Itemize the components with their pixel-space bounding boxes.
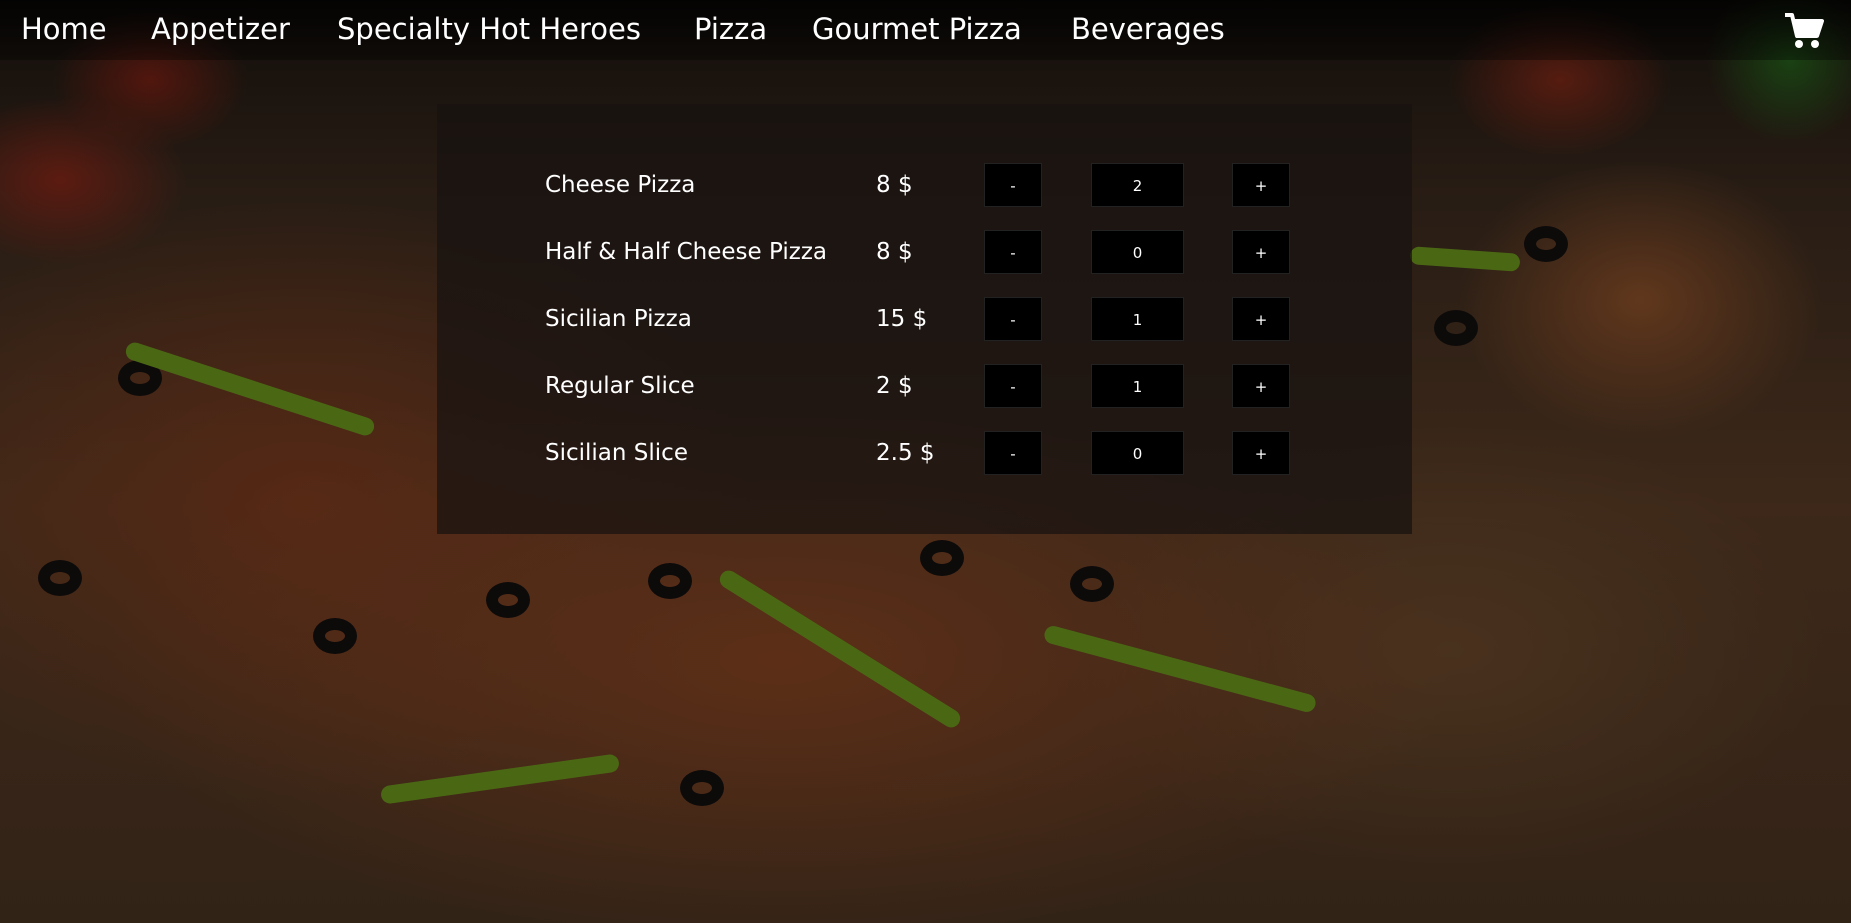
item-name: Sicilian Slice: [545, 440, 688, 466]
menu-item-row: Half & Half Cheese Pizza 8 $ - 0 +: [437, 230, 1412, 274]
item-price: 15 $: [876, 306, 928, 332]
decrease-quantity-button[interactable]: -: [984, 163, 1042, 207]
item-price: 8 $: [876, 239, 913, 265]
increase-quantity-button[interactable]: +: [1232, 230, 1290, 274]
nav-item-home[interactable]: Home: [21, 8, 107, 50]
increase-quantity-button[interactable]: +: [1232, 431, 1290, 475]
quantity-display: 2: [1091, 163, 1184, 207]
decrease-quantity-button[interactable]: -: [984, 297, 1042, 341]
quantity-display: 1: [1091, 297, 1184, 341]
menu-item-row: Regular Slice 2 $ - 1 +: [437, 364, 1412, 408]
item-price: 2 $: [876, 373, 913, 399]
increase-quantity-button[interactable]: +: [1232, 364, 1290, 408]
decrease-quantity-button[interactable]: -: [984, 431, 1042, 475]
nav-item-appetizer[interactable]: Appetizer: [151, 8, 290, 50]
decrease-quantity-button[interactable]: -: [984, 230, 1042, 274]
nav-item-gourmet-pizza[interactable]: Gourmet Pizza: [812, 8, 1022, 50]
menu-items-panel: Cheese Pizza 8 $ - 2 + Half & Half Chees…: [437, 104, 1412, 534]
menu-item-row: Sicilian Pizza 15 $ - 1 +: [437, 297, 1412, 341]
item-name: Regular Slice: [545, 373, 695, 399]
menu-item-row: Cheese Pizza 8 $ - 2 +: [437, 163, 1412, 207]
decrease-quantity-button[interactable]: -: [984, 364, 1042, 408]
item-name: Half & Half Cheese Pizza: [545, 239, 827, 265]
nav-item-pizza[interactable]: Pizza: [694, 8, 767, 50]
increase-quantity-button[interactable]: +: [1232, 297, 1290, 341]
shopping-cart-icon[interactable]: [1784, 12, 1824, 50]
menu-item-row: Sicilian Slice 2.5 $ - 0 +: [437, 431, 1412, 475]
nav-item-specialty-hot-heroes[interactable]: Specialty Hot Heroes: [337, 8, 641, 50]
top-navbar: Home Appetizer Specialty Hot Heroes Pizz…: [0, 0, 1851, 60]
quantity-display: 0: [1091, 431, 1184, 475]
item-name: Sicilian Pizza: [545, 306, 692, 332]
item-name: Cheese Pizza: [545, 172, 696, 198]
item-price: 2.5 $: [876, 440, 935, 466]
quantity-display: 1: [1091, 364, 1184, 408]
quantity-display: 0: [1091, 230, 1184, 274]
increase-quantity-button[interactable]: +: [1232, 163, 1290, 207]
nav-item-beverages[interactable]: Beverages: [1071, 8, 1225, 50]
item-price: 8 $: [876, 172, 913, 198]
